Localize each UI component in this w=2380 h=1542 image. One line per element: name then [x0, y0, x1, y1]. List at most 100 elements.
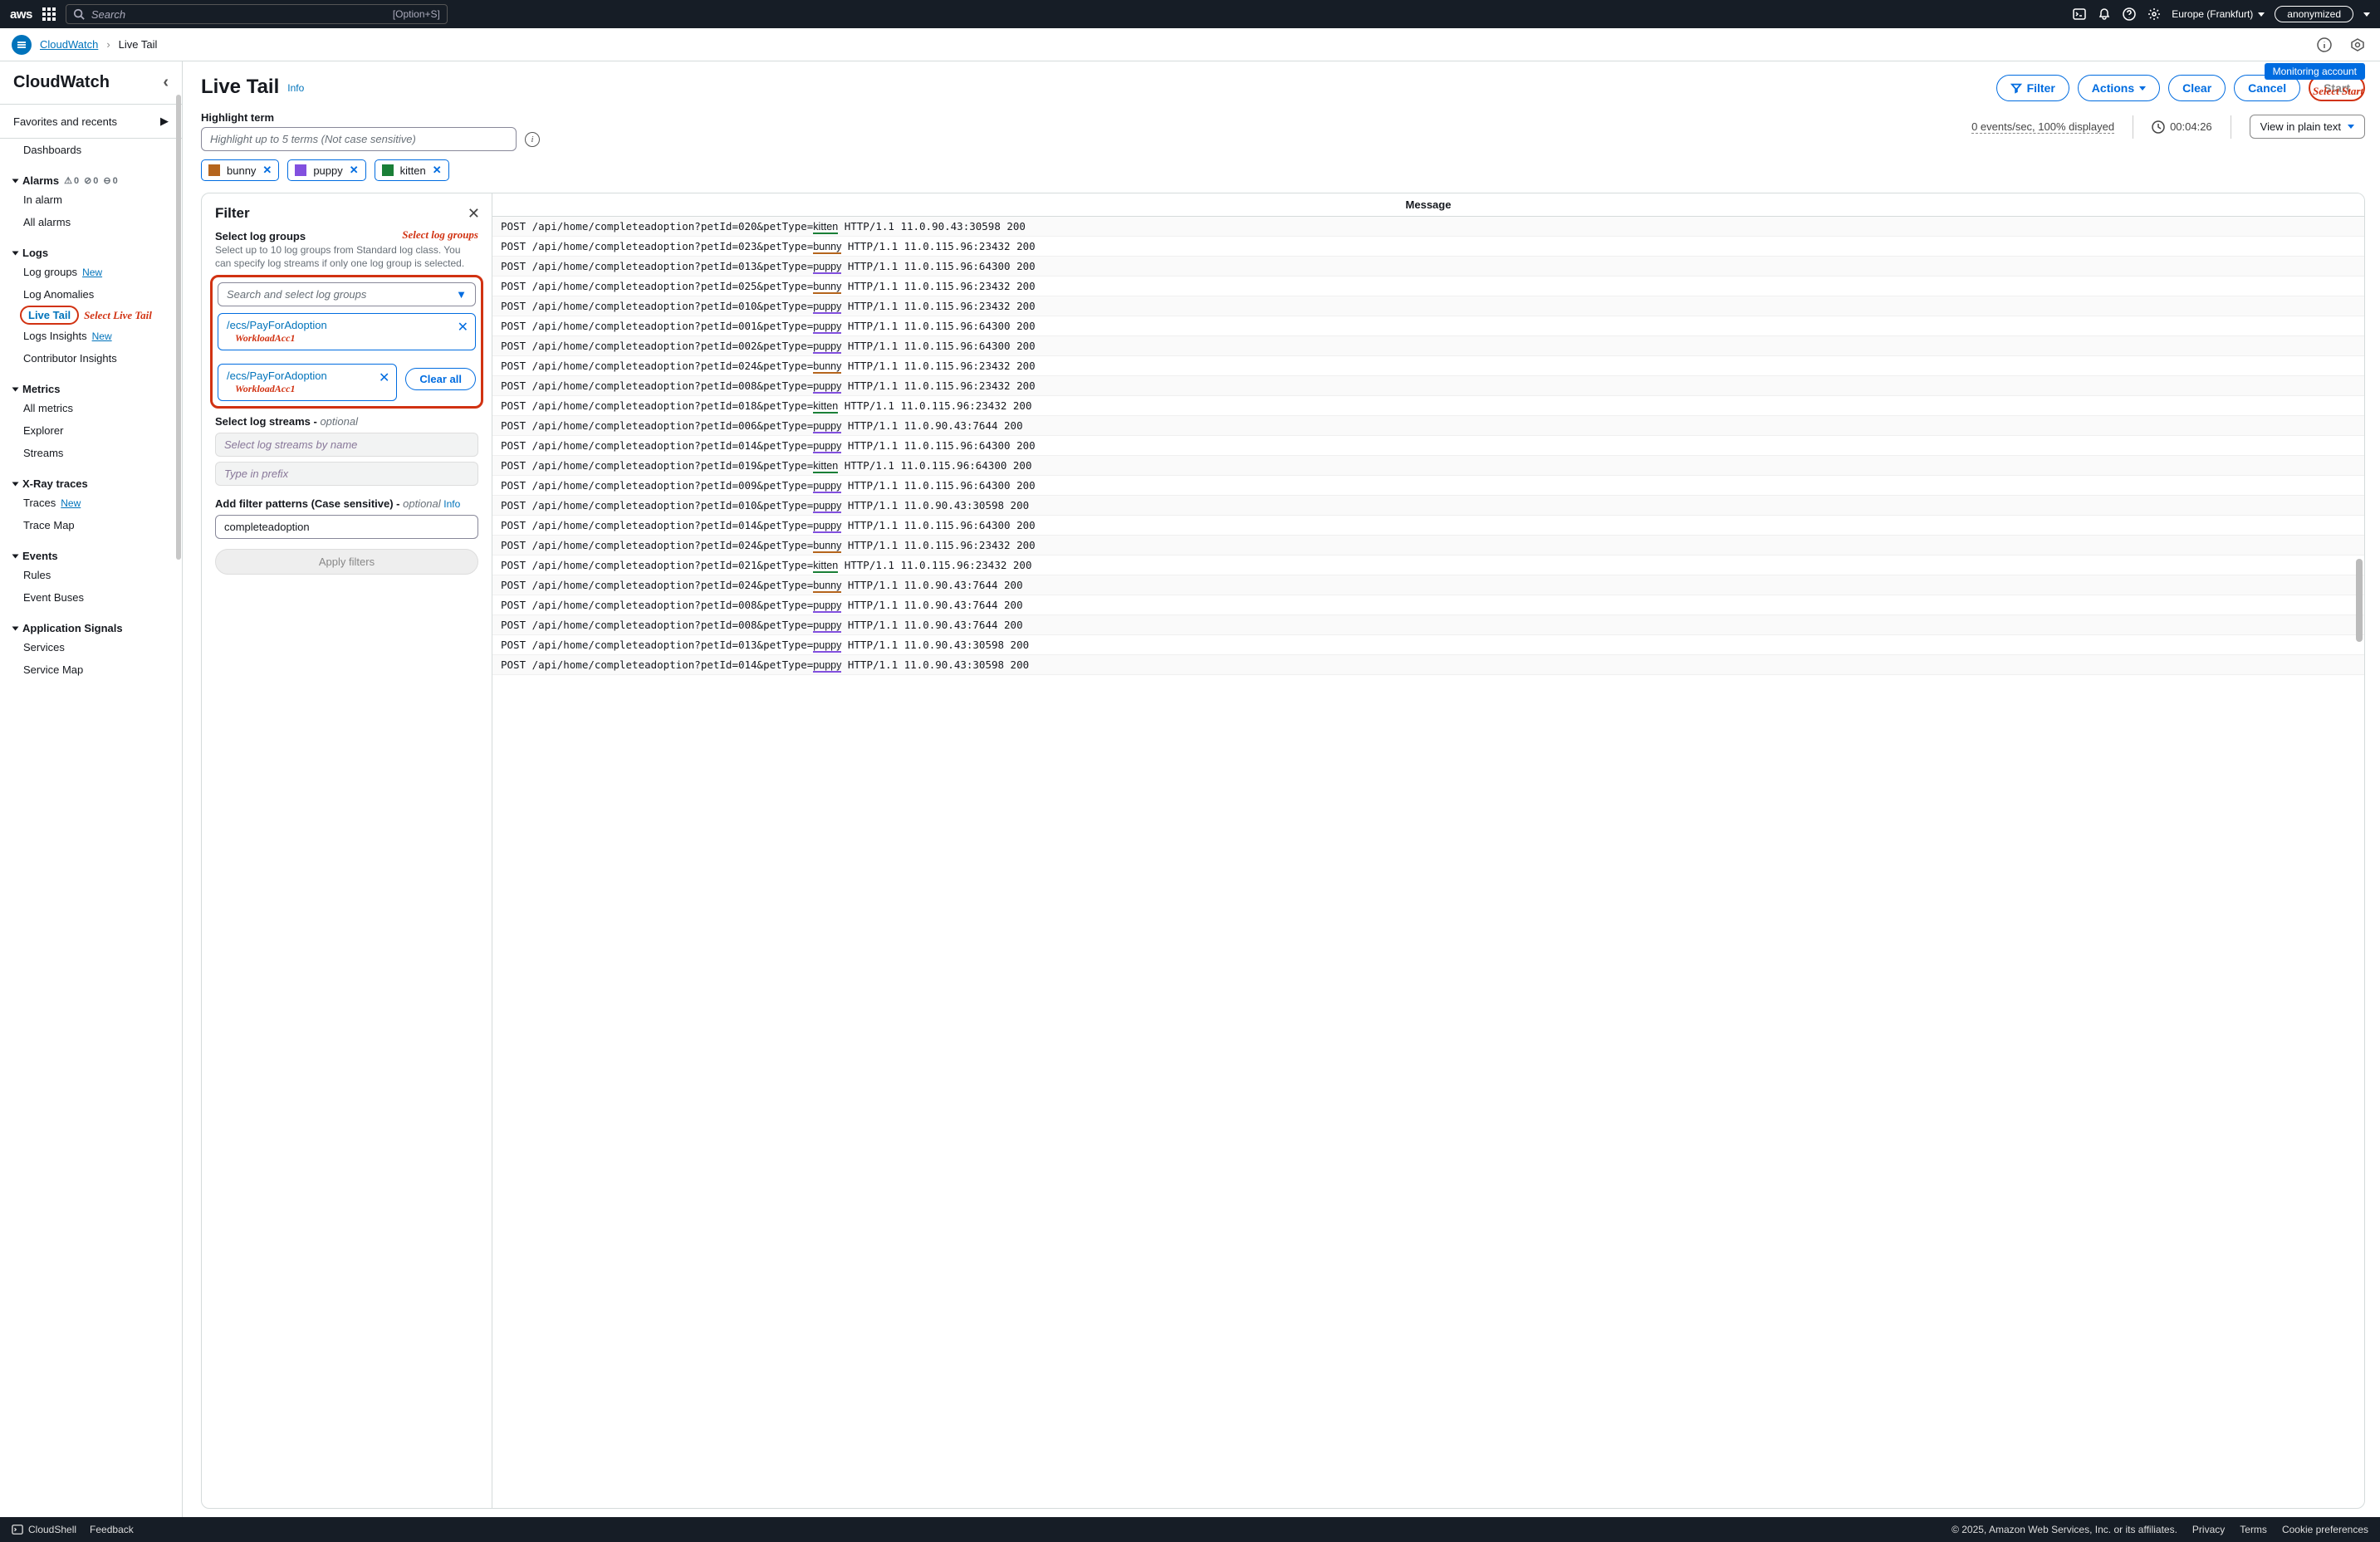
filter-button[interactable]: Filter [1996, 75, 2069, 101]
page-info-link[interactable]: Info [287, 82, 304, 94]
nav-contributor-insights[interactable]: Contributor Insights [0, 347, 182, 370]
help-icon[interactable] [2122, 7, 2137, 22]
services-grid-icon[interactable] [42, 7, 56, 21]
remove-icon[interactable]: ✕ [350, 164, 359, 177]
highlight-chip[interactable]: puppy ✕ [287, 159, 365, 181]
nav-all-metrics[interactable]: All metrics [0, 397, 182, 419]
nav-rules[interactable]: Rules [0, 564, 182, 586]
patterns-info-link[interactable]: Info [443, 498, 460, 510]
log-line[interactable]: POST /api/home/completeadoption?petId=01… [492, 456, 2364, 476]
nav-trace-map[interactable]: Trace Map [0, 514, 182, 536]
log-line[interactable]: POST /api/home/completeadoption?petId=02… [492, 237, 2364, 257]
log-group-token[interactable]: /ecs/PayForAdoptionWorkloadAcc1✕ [218, 364, 397, 401]
log-line[interactable]: POST /api/home/completeadoption?petId=00… [492, 336, 2364, 356]
nav-logs-insights[interactable]: Logs Insights New [0, 325, 182, 347]
info-panel-icon[interactable] [2314, 34, 2335, 56]
log-line[interactable]: POST /api/home/completeadoption?petId=01… [492, 396, 2364, 416]
filter-icon [2010, 82, 2022, 94]
clear-button[interactable]: Clear [2168, 75, 2226, 101]
nav-metrics-header[interactable]: Metrics [0, 370, 182, 397]
stream-select[interactable]: Select log streams by name [215, 433, 478, 457]
nav-dashboards[interactable]: Dashboards [0, 139, 182, 161]
breadcrumb-service[interactable]: CloudWatch [40, 38, 98, 51]
log-line[interactable]: POST /api/home/completeadoption?petId=01… [492, 296, 2364, 316]
notifications-icon[interactable] [2097, 7, 2112, 22]
log-line[interactable]: POST /api/home/completeadoption?petId=02… [492, 217, 2364, 237]
aws-logo[interactable]: aws [10, 7, 32, 22]
nav-service-map[interactable]: Service Map [0, 658, 182, 681]
collapse-icon[interactable]: ‹ [163, 73, 169, 92]
preferences-icon[interactable] [2347, 34, 2368, 56]
log-line[interactable]: POST /api/home/completeadoption?petId=01… [492, 496, 2364, 516]
chip-label: puppy [313, 164, 342, 177]
log-line[interactable]: POST /api/home/completeadoption?petId=00… [492, 476, 2364, 496]
cookies-link[interactable]: Cookie preferences [2282, 1524, 2368, 1535]
log-group-token[interactable]: /ecs/PayForAdoptionWorkloadAcc1✕ [218, 313, 476, 350]
log-line[interactable]: POST /api/home/completeadoption?petId=01… [492, 516, 2364, 536]
terms-link[interactable]: Terms [2240, 1524, 2267, 1535]
highlight-chip[interactable]: bunny✕ [201, 159, 279, 181]
log-line[interactable]: POST /api/home/completeadoption?petId=01… [492, 436, 2364, 456]
cloudshell-icon[interactable] [2072, 7, 2087, 22]
log-line[interactable]: POST /api/home/completeadoption?petId=02… [492, 356, 2364, 376]
account-menu[interactable]: anonymized [2275, 6, 2353, 22]
nav-xray-header[interactable]: X-Ray traces [0, 464, 182, 492]
log-line[interactable]: POST /api/home/completeadoption?petId=02… [492, 277, 2364, 296]
log-line[interactable]: POST /api/home/completeadoption?petId=02… [492, 536, 2364, 556]
scrollbar[interactable] [176, 95, 181, 560]
log-line[interactable]: POST /api/home/completeadoption?petId=00… [492, 595, 2364, 615]
stream-prefix-input[interactable]: Type in prefix [215, 462, 478, 486]
highlight-chip[interactable]: kitten✕ [375, 159, 449, 181]
nav-streams[interactable]: Streams [0, 442, 182, 464]
copyright: © 2025, Amazon Web Services, Inc. or its… [1952, 1524, 2177, 1535]
log-line[interactable]: POST /api/home/completeadoption?petId=01… [492, 257, 2364, 277]
nav-explorer[interactable]: Explorer [0, 419, 182, 442]
cloudshell-link[interactable]: CloudShell [12, 1524, 76, 1535]
side-nav-toggle[interactable] [12, 35, 32, 55]
nav-log-anomalies[interactable]: Log Anomalies [0, 283, 182, 306]
nav-alarms-header[interactable]: Alarms ⚠ 0 ⊘ 0 ⊖ 0 [0, 161, 182, 188]
global-search[interactable]: Search [Option+S] [66, 4, 448, 24]
privacy-link[interactable]: Privacy [2192, 1524, 2225, 1535]
log-output[interactable]: Message POST /api/home/completeadoption?… [492, 193, 2364, 1508]
remove-icon[interactable]: ✕ [433, 164, 442, 177]
clear-all-button[interactable]: Clear all [405, 368, 476, 390]
log-line[interactable]: POST /api/home/completeadoption?petId=02… [492, 575, 2364, 595]
nav-in-alarm[interactable]: In alarm [0, 188, 182, 211]
filter-pattern-input[interactable]: completeadoption [215, 515, 478, 539]
log-line[interactable]: POST /api/home/completeadoption?petId=00… [492, 376, 2364, 396]
log-line[interactable]: POST /api/home/completeadoption?petId=00… [492, 416, 2364, 436]
chevron-down-icon: ▼ [456, 288, 467, 301]
service-title: CloudWatch‹ [0, 61, 182, 105]
nav-services[interactable]: Services [0, 636, 182, 658]
log-line[interactable]: POST /api/home/completeadoption?petId=01… [492, 655, 2364, 675]
settings-icon[interactable] [2147, 7, 2162, 22]
remove-icon[interactable]: ✕ [262, 164, 272, 177]
feedback-link[interactable]: Feedback [90, 1524, 134, 1535]
remove-icon[interactable]: ✕ [379, 370, 389, 386]
nav-event-buses[interactable]: Event Buses [0, 586, 182, 609]
log-line[interactable]: POST /api/home/completeadoption?petId=02… [492, 556, 2364, 575]
nav-appsignals-header[interactable]: Application Signals [0, 609, 182, 636]
view-mode-select[interactable]: View in plain text [2250, 115, 2365, 139]
nav-logs-header[interactable]: Logs [0, 233, 182, 261]
region-selector[interactable]: Europe (Frankfurt) [2172, 8, 2265, 20]
close-icon[interactable]: ✕ [468, 205, 480, 223]
log-line[interactable]: POST /api/home/completeadoption?petId=00… [492, 615, 2364, 635]
remove-icon[interactable]: ✕ [458, 319, 468, 335]
apply-filters-button[interactable]: Apply filters [215, 549, 478, 575]
favorites-section[interactable]: Favorites and recents▶ [0, 105, 182, 139]
nav-live-tail[interactable]: Live Tail [20, 306, 79, 325]
scrollbar[interactable] [2356, 559, 2363, 642]
log-line[interactable]: POST /api/home/completeadoption?petId=00… [492, 316, 2364, 336]
log-line[interactable]: POST /api/home/completeadoption?petId=01… [492, 635, 2364, 655]
breadcrumb-page: Live Tail [119, 38, 158, 51]
actions-button[interactable]: Actions [2078, 75, 2160, 101]
nav-log-groups[interactable]: Log groups New [0, 261, 182, 283]
highlight-input[interactable]: Highlight up to 5 terms (Not case sensit… [201, 127, 517, 151]
nav-all-alarms[interactable]: All alarms [0, 211, 182, 233]
nav-traces[interactable]: Traces New [0, 492, 182, 514]
nav-events-header[interactable]: Events [0, 536, 182, 564]
info-icon[interactable]: i [525, 132, 540, 147]
log-group-search[interactable]: Search and select log groups▼ [218, 282, 476, 306]
